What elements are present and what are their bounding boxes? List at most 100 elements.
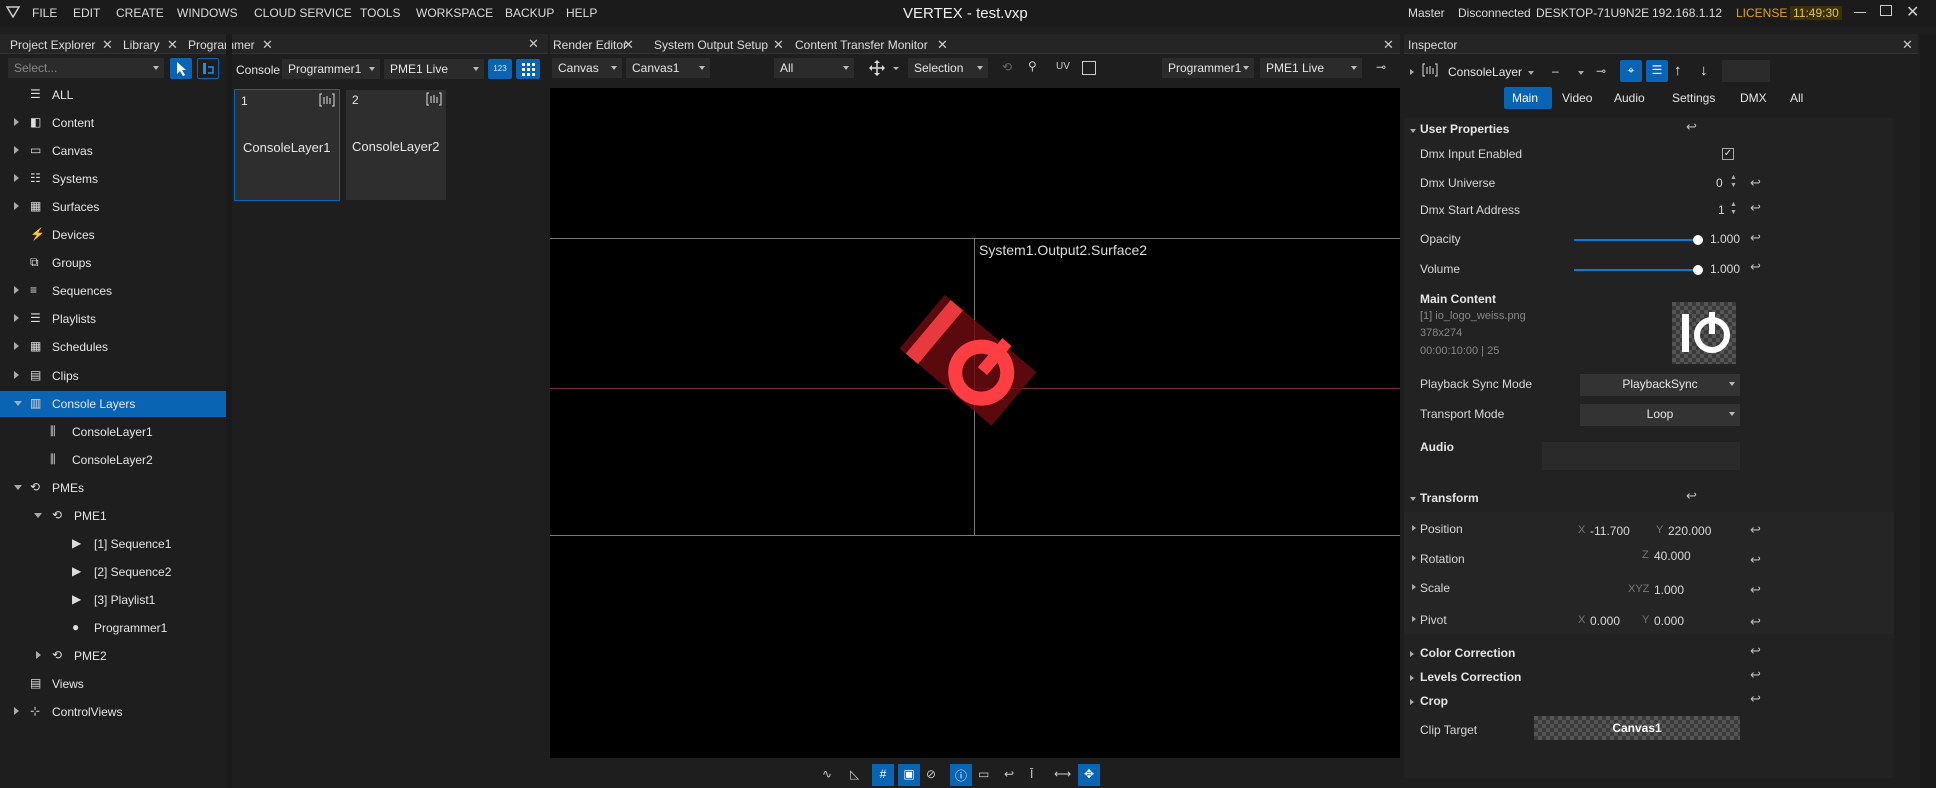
maximize-icon[interactable] [1880,5,1892,16]
minimize-icon[interactable] [1854,12,1866,13]
close-tab-icon[interactable]: ✕ [937,37,948,53]
tab-settings[interactable]: Settings [1672,91,1715,105]
close-tab-icon[interactable]: ✕ [167,37,178,53]
tree-item-playlists[interactable]: ☰ Playlists [0,306,226,332]
tree-item-consolelayer2[interactable]: ⫼ ConsoleLayer2 [0,447,226,473]
link-icon[interactable]: ⟲ [1002,60,1012,74]
tab-audio[interactable]: Audio [1614,91,1645,105]
dmx-input-checkbox[interactable]: ✓ [1722,148,1734,160]
expand-arrow-icon[interactable] [14,400,22,406]
programmer-dropdown[interactable]: Programmer1 [282,59,380,79]
uv-icon[interactable]: UV [1056,61,1070,72]
dmx-start-value[interactable]: 1 [1718,203,1725,217]
tree-item-systems[interactable]: ☷ Systems [0,166,226,192]
render-mode-dropdown[interactable]: Canvas [552,58,622,78]
expand-arrow-icon[interactable] [14,342,19,351]
menu-windows[interactable]: WINDOWS [177,6,238,20]
move-up-icon[interactable]: ↑ [1674,62,1682,79]
close-panel-icon[interactable]: ✕ [1383,37,1394,53]
reset-icon[interactable]: ↩ [1750,522,1761,538]
search-box[interactable] [1722,60,1770,82]
tree-item-pmes[interactable]: ⟲ PMEs [0,475,226,501]
close-tab-icon[interactable]: ✕ [262,37,273,53]
expand-icon[interactable] [1410,69,1414,75]
reset-icon[interactable]: ↩ [1686,488,1697,504]
opacity-value[interactable]: 1.000 [1710,232,1740,246]
snapshot-icon[interactable]: ▭ [978,767,989,781]
pin-panel-icon[interactable]: ⊸ [1376,60,1386,74]
tree-item-schedules[interactable]: ▦ Schedules [0,334,226,360]
grid-toggle-icon[interactable]: # [872,764,894,786]
volume-slider[interactable] [1574,265,1703,275]
tab-inspector[interactable]: Inspector [1408,38,1457,52]
reset-icon[interactable]: ↩ [1750,259,1761,275]
expand-arrow-icon[interactable] [14,146,19,155]
tree-item-consolelayer1[interactable]: ⫼ ConsoleLayer1 [0,419,226,445]
scale-value[interactable]: 1.000 [1654,583,1684,597]
fit-height-icon[interactable]: Ī [1030,767,1033,781]
expand-arrow-icon[interactable] [14,118,19,127]
opacity-knob[interactable] [1693,235,1703,245]
tree-item-clips[interactable]: ▤ Clips [0,363,226,389]
fit-width-icon[interactable]: ⟷ [1054,767,1071,781]
dash-dropdown[interactable]: – [1552,64,1559,78]
list-view-button[interactable]: ☰ [1646,60,1668,82]
pme-dropdown[interactable]: PME1 Live [384,59,484,79]
tree-item-pme2[interactable]: ⟲ PME2 [0,643,226,669]
expand-arrow-icon[interactable] [14,370,19,379]
expand-arrow-icon[interactable] [14,484,22,490]
undo-icon[interactable]: ↩ [1004,767,1014,781]
grid-view-button[interactable] [516,59,540,79]
reset-icon[interactable]: ↩ [1750,614,1761,630]
tab-render-editor[interactable]: Render Editor [553,38,627,52]
move-down-icon[interactable]: ↓ [1700,62,1708,79]
expand-arrow-icon[interactable] [14,286,19,295]
explorer-select-dropdown[interactable]: Select... [8,58,164,78]
angle-icon[interactable]: ◺ [850,767,859,781]
reset-icon[interactable]: ↩ [1686,119,1697,135]
expand-icon[interactable] [1410,651,1414,657]
crop-header[interactable]: Crop [1420,694,1448,708]
audio-field[interactable] [1542,442,1740,470]
levels-correction-header[interactable]: Levels Correction [1420,670,1521,684]
reset-icon[interactable]: ↩ [1750,691,1761,707]
position-x-value[interactable]: -11.700 [1590,524,1630,538]
license-button[interactable]: LICENSE [1736,6,1787,20]
close-window-icon[interactable]: ✕ [1906,2,1919,22]
tree-item-console-layers[interactable]: ▥ Console Layers [0,390,226,417]
numeric-view-button[interactable]: 123 [488,59,512,79]
reset-icon[interactable]: ↩ [1750,230,1761,246]
pivot-y-value[interactable]: 0.000 [1654,614,1684,628]
menu-backup[interactable]: BACKUP [505,6,554,20]
expand-icon[interactable] [1412,616,1416,622]
close-tab-icon[interactable]: ✕ [102,37,113,53]
close-tab-icon[interactable]: ✕ [623,37,634,53]
crop-icon[interactable] [1082,61,1096,75]
menu-tools[interactable]: TOOLS [360,6,400,20]
reset-icon[interactable]: ↩ [1750,582,1761,598]
waveform-icon[interactable]: ∿ [822,767,832,781]
tree-item-1-sequence1[interactable]: ▶ [1] Sequence1 [0,531,226,557]
info-toggle-icon[interactable]: ⓘ [950,764,972,786]
expand-arrow-icon[interactable] [14,202,19,211]
tree-item-programmer1[interactable]: ● Programmer1 [0,615,226,641]
tree-item-all[interactable]: ☰ ALL [0,82,226,108]
tab-all[interactable]: All [1790,91,1803,105]
opacity-slider[interactable] [1574,235,1703,245]
collapse-icon[interactable] [1410,129,1416,133]
expand-arrow-icon[interactable] [34,512,42,518]
chevron-down-icon[interactable] [1578,71,1584,75]
tab-project-explorer[interactable]: Project Explorer [10,38,95,52]
sync-mode-dropdown[interactable]: PlaybackSync [1580,374,1740,396]
select-mode-button[interactable] [170,58,192,79]
expand-icon[interactable] [1410,699,1414,705]
tree-item-surfaces[interactable]: ▦ Surfaces [0,194,226,220]
move-tool-button[interactable] [866,58,902,78]
rotation-z-value[interactable]: 40.000 [1654,549,1691,563]
tool-dropdown[interactable]: Selection [908,58,988,78]
clip-target-field[interactable]: Canvas1 [1534,716,1740,740]
move-toggle-icon[interactable]: ✥ [1078,764,1100,786]
menu-cloud-service[interactable]: CLOUD SERVICE [254,6,352,20]
link-selection-button[interactable] [197,58,219,79]
render-viewport[interactable]: System1.Output2.Surface2 [550,88,1400,758]
